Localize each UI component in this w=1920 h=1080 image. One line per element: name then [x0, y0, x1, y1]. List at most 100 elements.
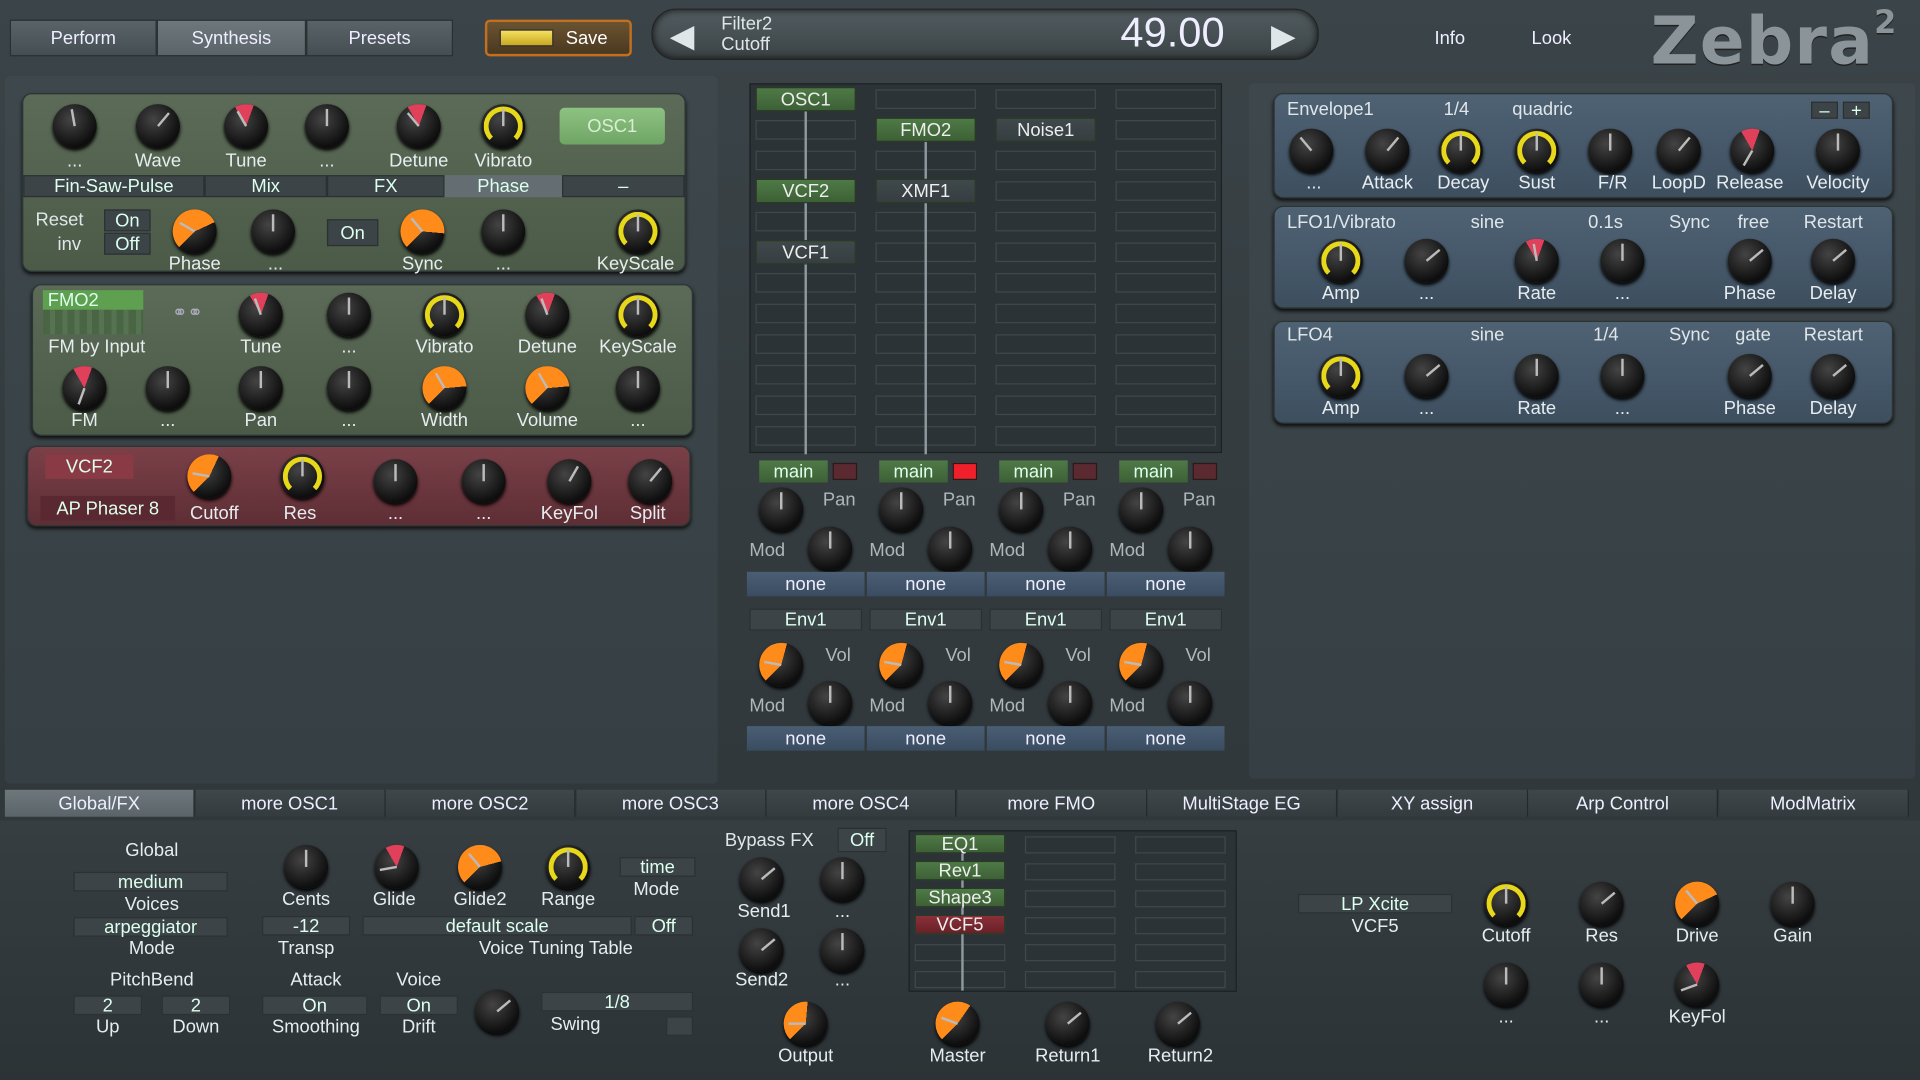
grid-cell[interactable] [1115, 303, 1216, 324]
attack-knob[interactable] [1365, 128, 1410, 173]
lane-mod-source[interactable]: none [986, 571, 1105, 597]
lane-mod-knob[interactable] [1048, 526, 1093, 571]
lane-env-select[interactable]: Env1 [869, 608, 983, 631]
lfo4-knob-2[interactable] [1404, 353, 1449, 398]
grid-slot-fmo2[interactable]: FMO2 [875, 117, 976, 143]
pan-knob[interactable] [238, 366, 283, 411]
grid-cell[interactable] [995, 181, 1096, 201]
grid-cell[interactable] [1115, 334, 1216, 354]
vcf5-type[interactable]: LP Xcite [1297, 893, 1453, 914]
fmo2-knob-b2[interactable] [145, 366, 190, 411]
vcf5-cutoff-knob[interactable] [1484, 881, 1529, 926]
lane-mod2-knob[interactable] [1048, 680, 1093, 725]
lane-env-select[interactable]: Env1 [989, 608, 1103, 631]
scale-select[interactable]: default scale [362, 915, 632, 936]
lane-mod-knob[interactable] [808, 526, 853, 571]
grid-cell[interactable] [1115, 211, 1216, 232]
grid-cell[interactable] [1115, 120, 1216, 140]
lfo1-amp-knob[interactable] [1318, 238, 1363, 283]
sust-knob[interactable] [1514, 128, 1559, 173]
osc1-tab-mix[interactable]: Mix [204, 175, 327, 198]
grid-cell[interactable] [995, 242, 1096, 263]
lane-pan-knob[interactable] [759, 487, 804, 532]
time-select[interactable]: time [619, 857, 696, 877]
bottom-tab[interactable]: Arp Control [1528, 789, 1718, 817]
osc1-knob-b2[interactable] [251, 209, 296, 254]
lfo1-phase-knob[interactable] [1727, 238, 1772, 283]
split-knob[interactable] [628, 459, 673, 504]
voices-select[interactable]: medium [73, 871, 228, 892]
lane-pan-knob[interactable] [1119, 487, 1164, 532]
env-knob-0[interactable] [1289, 128, 1334, 173]
fmo2-knob-2[interactable] [326, 292, 372, 337]
grid-slot-xmf1[interactable]: XMF1 [875, 178, 976, 204]
fx-grid-cell[interactable] [1135, 863, 1226, 881]
fx-grid-cell[interactable] [1024, 944, 1116, 962]
fx-grid-cell[interactable] [1024, 890, 1116, 908]
lane-env-select[interactable]: Env1 [749, 608, 863, 631]
lane-vol-knob[interactable] [1119, 642, 1164, 687]
grid-cell[interactable] [995, 364, 1096, 385]
lane-mute-led[interactable] [1072, 462, 1098, 481]
lfo1-sync[interactable]: Sync [1669, 212, 1710, 233]
sync-knob[interactable] [400, 209, 445, 254]
grid-cell[interactable] [995, 395, 1096, 416]
lfo4-delay-knob[interactable] [1811, 353, 1856, 398]
lane-out-select[interactable]: main [879, 460, 948, 483]
info-button[interactable]: Info [1408, 20, 1491, 57]
glide2-knob[interactable] [457, 844, 503, 889]
fmo2-knob-b7[interactable] [615, 366, 661, 411]
lfo1-name[interactable]: LFO1/Vibrato [1287, 212, 1396, 233]
mode-select[interactable]: arpeggiator [73, 917, 228, 937]
vcf5-knob-5[interactable] [1484, 962, 1529, 1007]
fr-knob[interactable] [1588, 128, 1633, 173]
osc1-name-button[interactable]: OSC1 [559, 107, 665, 145]
range-knob[interactable] [546, 844, 591, 889]
release-knob[interactable] [1730, 128, 1775, 173]
master-knob[interactable] [935, 1001, 980, 1046]
fx-grid-cell[interactable] [1024, 836, 1116, 854]
smoothing-select[interactable]: On [262, 995, 368, 1016]
lfo4-rate-value[interactable]: 1/4 [1593, 324, 1619, 345]
volume-knob[interactable] [525, 366, 570, 411]
env-time[interactable]: 1/4 [1444, 99, 1470, 120]
lane-mute-led[interactable] [952, 462, 978, 481]
vcf5-drive-knob[interactable] [1675, 881, 1720, 926]
fx-grid-cell[interactable] [1024, 971, 1116, 989]
lfo4-mode[interactable]: gate [1735, 324, 1771, 345]
fx-grid-cell[interactable] [914, 971, 1006, 989]
lfo4-name[interactable]: LFO4 [1287, 324, 1333, 345]
vcf2-type[interactable]: AP Phaser 8 [40, 495, 176, 521]
lane-vol-knob[interactable] [759, 642, 804, 687]
wave-knob[interactable] [135, 104, 181, 149]
send1b-knob[interactable] [820, 857, 865, 902]
lfo1-wave[interactable]: sine [1471, 212, 1505, 233]
osc1-knob-4[interactable] [304, 104, 349, 149]
velocity-knob[interactable] [1815, 128, 1861, 173]
lane-mod-source[interactable]: none [1106, 571, 1225, 597]
grid-cell[interactable] [1115, 181, 1216, 201]
lane-mod-source[interactable]: none [866, 571, 985, 597]
grid-cell[interactable] [995, 150, 1096, 171]
tab-presets[interactable]: Presets [306, 19, 454, 57]
return1-knob[interactable] [1045, 1001, 1090, 1046]
osc1-tab-dash[interactable]: – [562, 175, 685, 198]
lane-mute-led[interactable] [1192, 462, 1218, 481]
bottom-tab[interactable]: more OSC1 [195, 789, 386, 817]
grid-cell[interactable] [995, 273, 1096, 293]
bypass-button[interactable]: Off [837, 827, 887, 853]
lane-out-select[interactable]: main [1119, 460, 1188, 483]
lane-mute-led[interactable] [832, 462, 858, 481]
link-icon[interactable]: ⚭⚭ [160, 300, 214, 324]
look-button[interactable]: Look [1510, 20, 1593, 57]
lane-pan-knob[interactable] [999, 487, 1044, 532]
prev-arrow-icon[interactable]: ◀ [670, 20, 694, 52]
send2b-knob[interactable] [820, 928, 865, 973]
lane-vol-knob[interactable] [879, 642, 924, 687]
loopd-knob[interactable] [1656, 128, 1701, 173]
tuning-off-button[interactable]: Off [634, 915, 694, 936]
grid-cell[interactable] [995, 426, 1096, 446]
osc1-tab-phase[interactable]: Phase [444, 175, 563, 198]
lfo4-rate-knob[interactable] [1514, 353, 1559, 398]
fmo2-knob-b4[interactable] [326, 366, 372, 411]
